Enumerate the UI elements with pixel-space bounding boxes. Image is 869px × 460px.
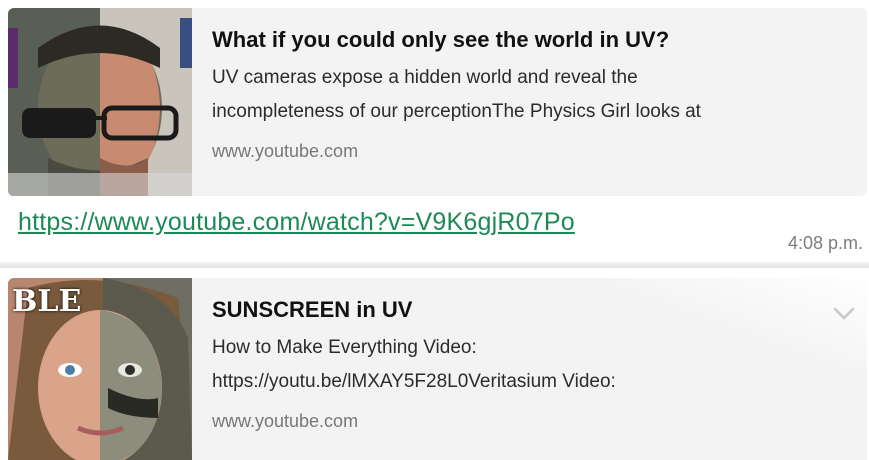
preview-title: What if you could only see the world in … [212, 27, 670, 52]
preview-description-line: incompleteness of our perceptionThe Phys… [212, 101, 701, 122]
message-bubble[interactable]: What if you could only see the world in … [0, 0, 869, 262]
link-preview-card[interactable]: What if you could only see the world in … [8, 8, 867, 196]
video-thumbnail[interactable] [8, 8, 192, 196]
message-bubble[interactable]: BLE SUNSCREEN in UV How to Make Everythi… [0, 268, 869, 460]
menu-gradient [607, 278, 867, 368]
message-link[interactable]: https://www.youtube.com/watch?v=V9K6gjR0… [18, 208, 575, 237]
preview-description-line: https://youtu.be/lMXAY5F28L0Veritasium V… [212, 371, 616, 392]
preview-description: UV cameras expose a hidden world and rev… [212, 61, 847, 129]
preview-description-line: UV cameras expose a hidden world and rev… [212, 67, 638, 88]
preview-domain: www.youtube.com [212, 411, 359, 431]
chevron-down-icon[interactable] [831, 300, 857, 326]
message-timestamp: 4:08 p.m. [787, 233, 863, 253]
link-preview-text: What if you could only see the world in … [212, 8, 847, 163]
video-thumbnail[interactable]: BLE [8, 278, 192, 460]
thumbnail-caption: BLE [12, 284, 82, 319]
link-preview-card[interactable]: BLE SUNSCREEN in UV How to Make Everythi… [8, 278, 867, 460]
preview-domain: www.youtube.com [212, 141, 359, 161]
man-face-thumbnail-image [8, 8, 192, 196]
